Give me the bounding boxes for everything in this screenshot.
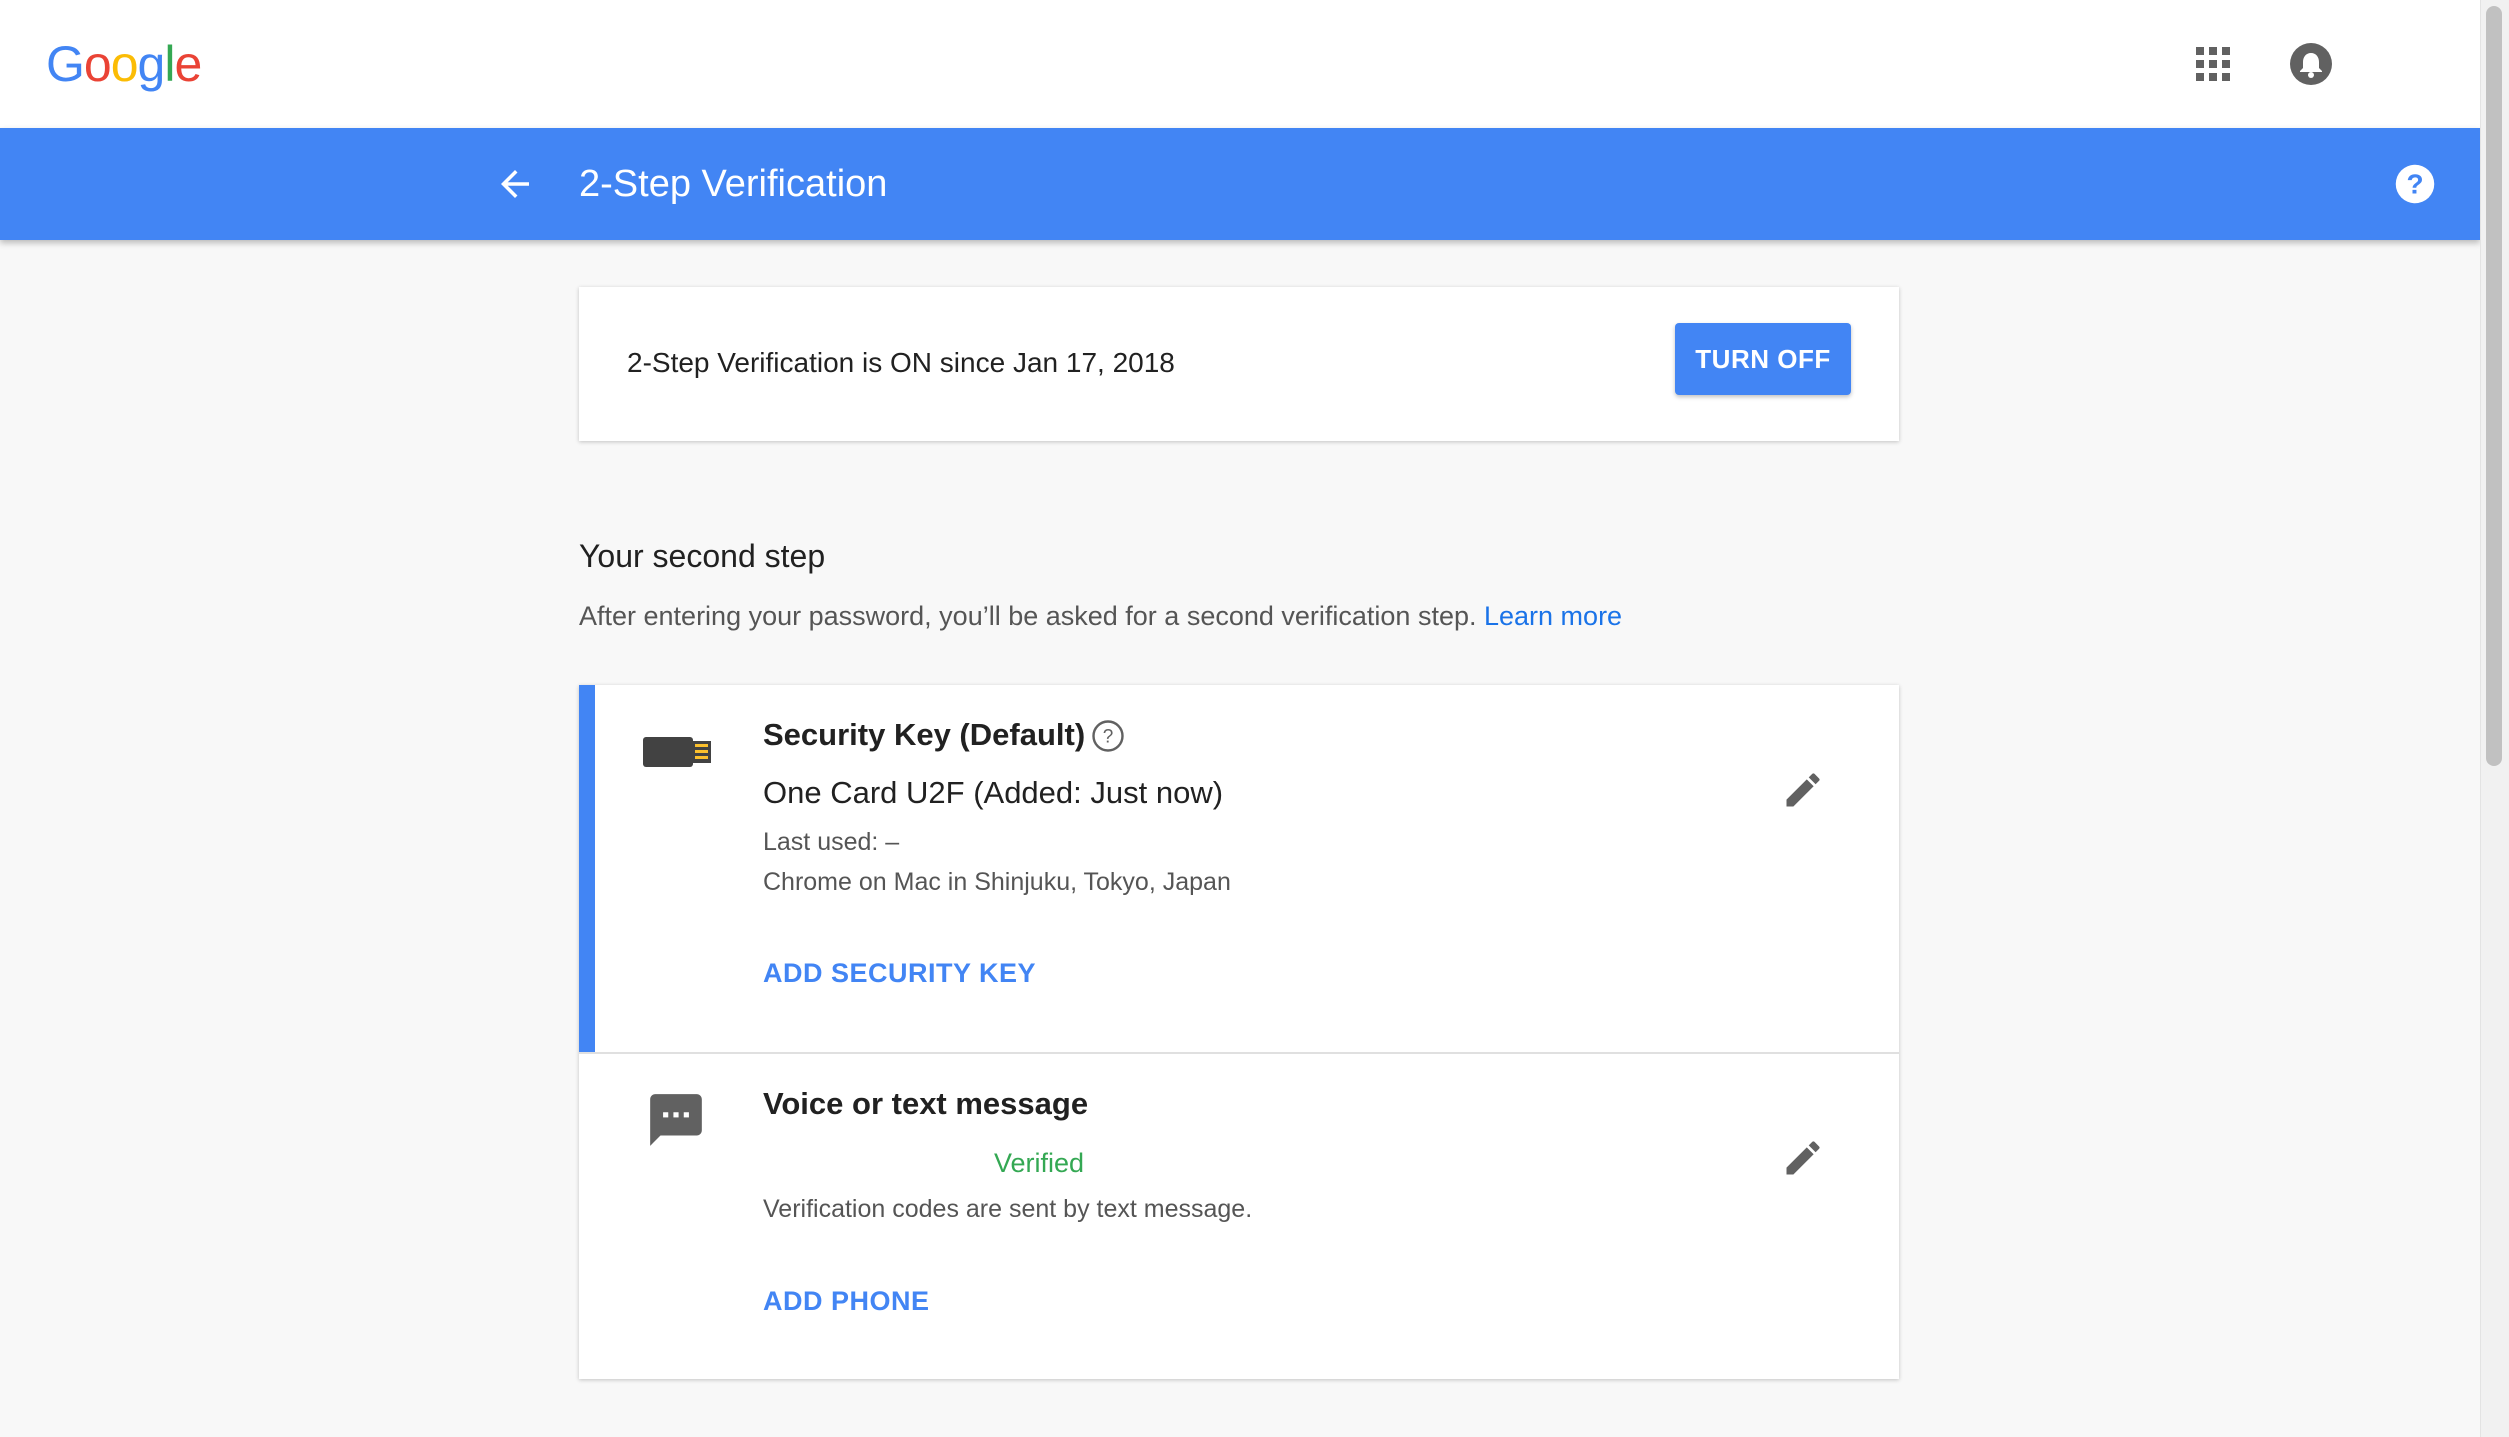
logo-letter-g2: g	[137, 36, 166, 92]
second-step-card: Security Key (Default) ? One Card U2F (A…	[579, 685, 1899, 1379]
voice-text-description: Verification codes are sent by text mess…	[763, 1195, 1253, 1223]
apps-grid-icon[interactable]	[2196, 47, 2230, 81]
learn-more-link[interactable]: Learn more	[1484, 601, 1622, 631]
section-title: Your second step	[579, 538, 826, 574]
svg-text:?: ?	[2406, 169, 2423, 200]
question-circle-icon[interactable]: ?	[1091, 719, 1125, 753]
add-phone-button[interactable]: ADD PHONE	[763, 1283, 930, 1319]
page-header: 2-Step Verification ?	[0, 128, 2480, 240]
add-security-key-button[interactable]: ADD SECURITY KEY	[763, 955, 1036, 991]
page: Google 2-Step Verification ? 2-Step Veri…	[0, 0, 2509, 1437]
arrow-back-icon[interactable]	[494, 163, 536, 205]
page-title: 2-Step Verification	[579, 163, 888, 205]
google-logo[interactable]: Google	[46, 34, 202, 94]
verified-status: Verified	[994, 1148, 1085, 1178]
security-key-title: Security Key (Default)	[763, 717, 1086, 752]
status-text: 2-Step Verification is ON since Jan 17, …	[627, 347, 1175, 378]
row-divider	[579, 1052, 1899, 1054]
turn-off-button[interactable]: TURN OFF	[1675, 323, 1851, 395]
logo-letter-g: G	[46, 36, 85, 92]
scrollbar-thumb[interactable]	[2486, 6, 2502, 766]
usb-key-icon	[643, 737, 711, 767]
logo-letter-l: l	[164, 36, 175, 92]
help-circle-icon[interactable]: ?	[2394, 163, 2436, 205]
logo-letter-o1: o	[83, 36, 112, 92]
security-key-name: One Card U2F (Added: Just now)	[763, 775, 1224, 810]
status-card: 2-Step Verification is ON since Jan 17, …	[579, 287, 1899, 441]
logo-letter-o2: o	[110, 36, 139, 92]
edit-phone-icon[interactable]	[1781, 1136, 1825, 1180]
top-bar: Google	[0, 0, 2480, 128]
section-description-text: After entering your password, you’ll be …	[579, 601, 1477, 631]
default-accent-bar	[579, 685, 595, 1052]
edit-security-key-icon[interactable]	[1781, 768, 1825, 812]
logo-letter-e: e	[174, 36, 202, 92]
voice-text-title: Voice or text message	[763, 1086, 1089, 1121]
account-avatar-icon[interactable]	[2290, 43, 2332, 85]
security-key-location: Chrome on Mac in Shinjuku, Tokyo, Japan	[763, 868, 1231, 896]
sms-icon	[650, 1094, 702, 1146]
svg-text:?: ?	[1103, 727, 1114, 748]
security-key-last-used: Last used: –	[763, 828, 900, 856]
section-description: After entering your password, you’ll be …	[579, 598, 1622, 634]
